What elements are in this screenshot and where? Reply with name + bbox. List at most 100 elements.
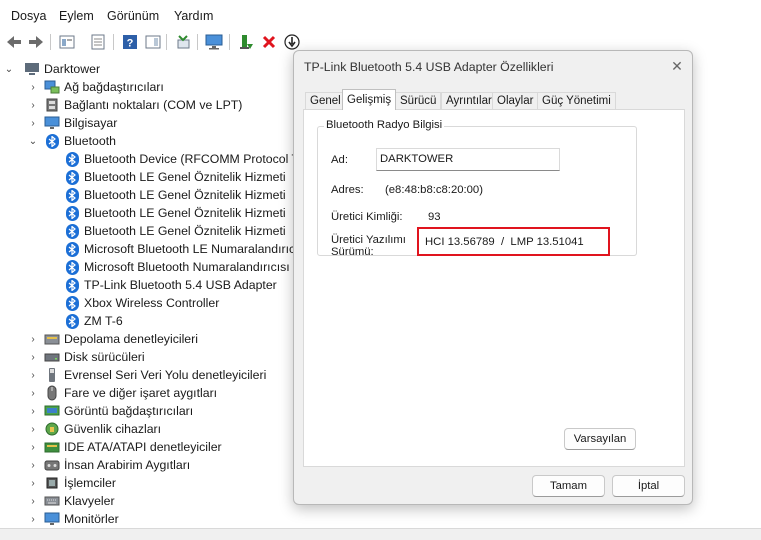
help-icon[interactable]: ? xyxy=(120,32,140,52)
collapse-chevron-icon[interactable]: ⌄ xyxy=(28,132,38,150)
monitor-icon[interactable] xyxy=(204,32,224,52)
tree-category[interactable]: Klavyeler xyxy=(44,492,115,510)
properties-dialog: TP-Link Bluetooth 5.4 USB Adapter Özelli… xyxy=(293,50,693,505)
tree-category[interactable]: Güvenlik cihazları xyxy=(44,420,161,438)
menu-eylem[interactable]: Eylem xyxy=(59,9,94,23)
dialog-title: TP-Link Bluetooth 5.4 USB Adapter Özelli… xyxy=(304,60,554,74)
tree-category[interactable]: Ağ bağdaştırıcıları xyxy=(44,78,164,96)
forward-arrow-icon[interactable] xyxy=(26,32,46,52)
tree-device[interactable]: Bluetooth LE Genel Öznitelik Hizmeti xyxy=(64,186,286,204)
tree-category-bluetooth[interactable]: Bluetooth xyxy=(44,132,116,150)
menu-dosya[interactable]: Dosya xyxy=(11,9,46,23)
tree-device-label: Bluetooth LE Genel Öznitelik Hizmeti xyxy=(84,188,286,202)
bluetooth-icon xyxy=(64,205,80,221)
tab-gelismis[interactable]: Gelişmiş xyxy=(342,89,397,110)
hid-icon xyxy=(44,457,60,473)
tree-category[interactable]: Disk sürücüleri xyxy=(44,348,145,366)
group-title: Bluetooth Radyo Bilgisi xyxy=(324,119,445,131)
computer-icon xyxy=(44,115,60,131)
expand-chevron-icon[interactable]: › xyxy=(28,456,38,474)
defaults-button[interactable]: Varsayılan xyxy=(564,428,636,450)
mouse-icon xyxy=(44,385,60,401)
tree-device[interactable]: Microsoft Bluetooth Numaralandırıcısı xyxy=(64,258,290,276)
tree-device[interactable]: TP-Link Bluetooth 5.4 USB Adapter xyxy=(64,276,277,294)
expand-chevron-icon[interactable]: › xyxy=(28,420,38,438)
close-icon[interactable]: ✕ xyxy=(668,57,686,75)
tree-device[interactable]: Microsoft Bluetooth LE Numaralandırıcısı xyxy=(64,240,300,258)
tree-category[interactable]: IDE ATA/ATAPI denetleyiciler xyxy=(44,438,222,456)
name-field[interactable]: DARKTOWER xyxy=(376,148,560,171)
network-adapter-icon xyxy=(44,79,60,95)
tab-surucu[interactable]: Sürücü xyxy=(395,92,442,110)
expand-chevron-icon[interactable]: › xyxy=(28,330,38,348)
tab-panel-advanced: Bluetooth Radyo Bilgisi Ad: DARKTOWER Ad… xyxy=(303,109,685,467)
bluetooth-icon xyxy=(64,295,80,311)
properties-sheet-icon[interactable] xyxy=(88,32,108,52)
properties-icon[interactable] xyxy=(57,32,77,52)
expand-chevron-icon[interactable]: › xyxy=(28,492,38,510)
port-icon xyxy=(44,97,60,113)
tree-device[interactable]: ZM T-6 xyxy=(64,312,123,330)
tree-category[interactable]: Monitörler xyxy=(44,510,119,528)
tree-category-label: Bluetooth xyxy=(64,134,116,148)
tree-device-label: ZM T-6 xyxy=(84,314,123,328)
tab-guc-yonetimi[interactable]: Güç Yönetimi xyxy=(537,92,616,110)
tree-category[interactable]: Fare ve diğer işaret aygıtları xyxy=(44,384,217,402)
tree-category-label: Klavyeler xyxy=(64,494,115,508)
tree-category[interactable]: Bilgisayar xyxy=(44,114,117,132)
tree-category-label: Bilgisayar xyxy=(64,116,118,130)
tree-device-label: Bluetooth Device (RFCOMM Protocol TDI) xyxy=(84,152,300,166)
tree-category[interactable]: Depolama denetleyicileri xyxy=(44,330,198,348)
tree-category[interactable]: İnsan Arabirim Aygıtları xyxy=(44,456,190,474)
tab-olaylar[interactable]: Olaylar xyxy=(492,92,539,110)
name-label: Ad: xyxy=(331,154,348,166)
tree-category[interactable]: Evrensel Seri Veri Yolu denetleyicileri xyxy=(44,366,266,384)
uninstall-icon[interactable] xyxy=(259,32,279,52)
back-arrow-icon[interactable] xyxy=(4,32,24,52)
tree-device[interactable]: Bluetooth LE Genel Öznitelik Hizmeti xyxy=(64,204,286,222)
expand-chevron-icon[interactable]: › xyxy=(28,78,38,96)
tree-device[interactable]: Bluetooth LE Genel Öznitelik Hizmeti xyxy=(64,168,286,186)
tree-device[interactable]: Bluetooth LE Genel Öznitelik Hizmeti xyxy=(64,222,286,240)
tree-device[interactable]: Bluetooth Device (RFCOMM Protocol TDI) xyxy=(64,150,300,168)
menu-gorunum[interactable]: Görünüm xyxy=(107,9,159,23)
device-tree: ⌄ Darktower › Ağ bağdaştırıcıları › Bağl… xyxy=(0,58,300,528)
tab-ayrintilar[interactable]: Ayrıntılar xyxy=(441,92,497,110)
tree-root[interactable]: Darktower xyxy=(24,60,100,78)
computer-icon xyxy=(24,61,40,77)
expand-chevron-icon[interactable]: › xyxy=(28,402,38,420)
tree-category[interactable]: Bağlantı noktaları (COM ve LPT) xyxy=(44,96,242,114)
manufacturer-label: Üretici Kimliği: xyxy=(331,211,403,223)
disable-icon[interactable] xyxy=(282,32,302,52)
ok-button[interactable]: Tamam xyxy=(532,475,605,497)
expand-chevron-icon[interactable]: › xyxy=(28,510,38,528)
firmware-value: HCI 13.56789 / LMP 13.51041 xyxy=(425,236,584,248)
expand-chevron-icon[interactable]: › xyxy=(28,366,38,384)
expand-chevron-icon[interactable]: › xyxy=(28,96,38,114)
toolbar-separator xyxy=(197,34,198,50)
manufacturer-value: 93 xyxy=(428,211,441,223)
expand-chevron-icon[interactable]: › xyxy=(28,438,38,456)
update-driver-icon[interactable] xyxy=(236,32,256,52)
tree-category-label: Disk sürücüleri xyxy=(64,350,145,364)
bluetooth-icon xyxy=(64,259,80,275)
tree-device-label: Microsoft Bluetooth Numaralandırıcısı xyxy=(84,260,290,274)
expand-chevron-icon[interactable]: › xyxy=(28,114,38,132)
tree-category[interactable]: İşlemciler xyxy=(44,474,116,492)
address-value: (e8:48:b8:c8:20:00) xyxy=(385,184,483,196)
firmware-label-line2: Sürümü: xyxy=(331,246,374,258)
toolbar-separator xyxy=(50,34,51,50)
collapse-chevron-icon[interactable]: ⌄ xyxy=(4,60,14,78)
scan-hardware-icon[interactable] xyxy=(173,32,193,52)
expand-chevron-icon[interactable]: › xyxy=(28,348,38,366)
tree-category[interactable]: Görüntü bağdaştırıcıları xyxy=(44,402,193,420)
tree-device[interactable]: Xbox Wireless Controller xyxy=(64,294,219,312)
tab-genel[interactable]: Genel xyxy=(305,92,346,110)
action-pane-icon[interactable] xyxy=(143,32,163,52)
expand-chevron-icon[interactable]: › xyxy=(28,384,38,402)
bluetooth-icon xyxy=(64,187,80,203)
expand-chevron-icon[interactable]: › xyxy=(28,474,38,492)
cancel-button[interactable]: İptal xyxy=(612,475,685,497)
menu-yardim[interactable]: Yardım xyxy=(174,9,213,23)
tree-device-label: TP-Link Bluetooth 5.4 USB Adapter xyxy=(84,278,277,292)
